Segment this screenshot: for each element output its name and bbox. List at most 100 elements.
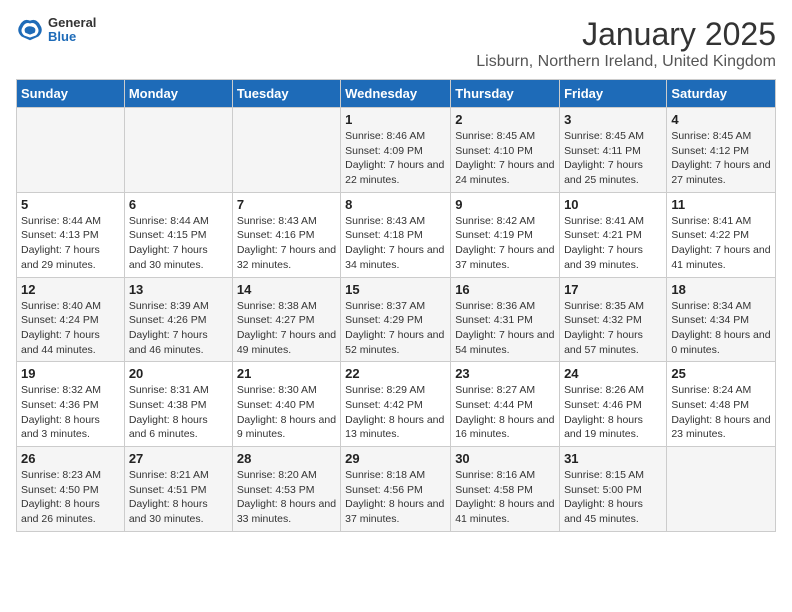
day-detail: Sunrise: 8:23 AMSunset: 4:50 PMDaylight:…: [21, 468, 120, 527]
day-detail: Sunrise: 8:43 AMSunset: 4:16 PMDaylight:…: [237, 214, 336, 273]
day-detail: Sunrise: 8:18 AMSunset: 4:56 PMDaylight:…: [345, 468, 446, 527]
logo-general: General: [48, 16, 96, 30]
weekday-header-wednesday: Wednesday: [341, 80, 451, 108]
day-detail: Sunrise: 8:44 AMSunset: 4:15 PMDaylight:…: [129, 214, 228, 273]
calendar-cell: [17, 108, 125, 193]
day-detail: Sunrise: 8:31 AMSunset: 4:38 PMDaylight:…: [129, 383, 228, 442]
logo-icon: [16, 16, 44, 44]
day-detail: Sunrise: 8:26 AMSunset: 4:46 PMDaylight:…: [564, 383, 662, 442]
day-number: 13: [129, 282, 228, 297]
calendar-cell: 28 Sunrise: 8:20 AMSunset: 4:53 PMDayligh…: [232, 447, 340, 532]
logo-text: General Blue: [48, 16, 96, 45]
day-number: 27: [129, 451, 228, 466]
day-detail: Sunrise: 8:32 AMSunset: 4:36 PMDaylight:…: [21, 383, 120, 442]
calendar-title: January 2025: [476, 16, 776, 53]
weekday-header-tuesday: Tuesday: [232, 80, 340, 108]
day-number: 28: [237, 451, 336, 466]
calendar-cell: 16 Sunrise: 8:36 AMSunset: 4:31 PMDayligh…: [451, 277, 560, 362]
calendar-cell: 1Sunrise: 8:46 AMSunset: 4:09 PMDaylight…: [341, 108, 451, 193]
day-number: 12: [21, 282, 120, 297]
day-detail: Sunrise: 8:15 AMSunset: 5:00 PMDaylight:…: [564, 468, 662, 527]
day-detail: Sunrise: 8:45 AMSunset: 4:11 PMDaylight:…: [564, 129, 662, 188]
title-area: January 2025 Lisburn, Northern Ireland, …: [476, 16, 776, 71]
calendar-cell: 18Sunrise: 8:34 AMSunset: 4:34 PMDayligh…: [667, 277, 776, 362]
calendar-subtitle: Lisburn, Northern Ireland, United Kingdo…: [476, 53, 776, 71]
day-number: 4: [671, 112, 771, 127]
calendar-week-row: 19 Sunrise: 8:32 AMSunset: 4:36 PMDayligh…: [17, 362, 776, 447]
calendar-cell: 8Sunrise: 8:43 AMSunset: 4:18 PMDaylight…: [341, 192, 451, 277]
calendar-cell: 26 Sunrise: 8:23 AMSunset: 4:50 PMDayligh…: [17, 447, 125, 532]
day-detail: Sunrise: 8:42 AMSunset: 4:19 PMDaylight:…: [455, 214, 555, 273]
day-detail: Sunrise: 8:41 AMSunset: 4:22 PMDaylight:…: [671, 214, 771, 273]
calendar-cell: 3 Sunrise: 8:45 AMSunset: 4:11 PMDaylight…: [560, 108, 667, 193]
day-detail: Sunrise: 8:34 AMSunset: 4:34 PMDaylight:…: [671, 299, 771, 358]
calendar-cell: 27 Sunrise: 8:21 AMSunset: 4:51 PMDayligh…: [124, 447, 232, 532]
day-number: 19: [21, 366, 120, 381]
weekday-header-saturday: Saturday: [667, 80, 776, 108]
calendar-cell: 6Sunrise: 8:44 AMSunset: 4:15 PMDaylight…: [124, 192, 232, 277]
calendar-cell: 22 Sunrise: 8:29 AMSunset: 4:42 PMDayligh…: [341, 362, 451, 447]
calendar-week-row: 1Sunrise: 8:46 AMSunset: 4:09 PMDaylight…: [17, 108, 776, 193]
calendar-cell: [232, 108, 340, 193]
calendar-cell: 25Sunrise: 8:24 AMSunset: 4:48 PMDayligh…: [667, 362, 776, 447]
calendar-cell: 31 Sunrise: 8:15 AMSunset: 5:00 PMDayligh…: [560, 447, 667, 532]
calendar-cell: 10 Sunrise: 8:41 AMSunset: 4:21 PMDayligh…: [560, 192, 667, 277]
calendar-cell: 19 Sunrise: 8:32 AMSunset: 4:36 PMDayligh…: [17, 362, 125, 447]
logo-blue: Blue: [48, 30, 96, 44]
header: General Blue January 2025 Lisburn, North…: [16, 16, 776, 71]
day-number: 15: [345, 282, 446, 297]
day-detail: Sunrise: 8:39 AMSunset: 4:26 PMDaylight:…: [129, 299, 228, 358]
calendar-cell: 20 Sunrise: 8:31 AMSunset: 4:38 PMDayligh…: [124, 362, 232, 447]
day-number: 2: [455, 112, 555, 127]
calendar-cell: 24 Sunrise: 8:26 AMSunset: 4:46 PMDayligh…: [560, 362, 667, 447]
calendar-cell: 21 Sunrise: 8:30 AMSunset: 4:40 PMDayligh…: [232, 362, 340, 447]
day-number: 20: [129, 366, 228, 381]
day-detail: Sunrise: 8:21 AMSunset: 4:51 PMDaylight:…: [129, 468, 228, 527]
day-detail: Sunrise: 8:41 AMSunset: 4:21 PMDaylight:…: [564, 214, 662, 273]
day-detail: Sunrise: 8:37 AMSunset: 4:29 PMDaylight:…: [345, 299, 446, 358]
day-detail: Sunrise: 8:36 AMSunset: 4:31 PMDaylight:…: [455, 299, 555, 358]
calendar-cell: 15 Sunrise: 8:37 AMSunset: 4:29 PMDayligh…: [341, 277, 451, 362]
day-number: 8: [345, 197, 446, 212]
calendar-week-row: 12Sunrise: 8:40 AMSunset: 4:24 PMDayligh…: [17, 277, 776, 362]
day-detail: Sunrise: 8:30 AMSunset: 4:40 PMDaylight:…: [237, 383, 336, 442]
day-number: 31: [564, 451, 662, 466]
calendar-cell: [124, 108, 232, 193]
day-number: 26: [21, 451, 120, 466]
calendar-table: SundayMondayTuesdayWednesdayThursdayFrid…: [16, 79, 776, 532]
day-number: 29: [345, 451, 446, 466]
day-detail: Sunrise: 8:46 AMSunset: 4:09 PMDaylight:…: [345, 129, 446, 188]
day-number: 17: [564, 282, 662, 297]
day-number: 21: [237, 366, 336, 381]
calendar-cell: 23Sunrise: 8:27 AMSunset: 4:44 PMDayligh…: [451, 362, 560, 447]
calendar-cell: 4 Sunrise: 8:45 AMSunset: 4:12 PMDaylight…: [667, 108, 776, 193]
day-number: 5: [21, 197, 120, 212]
logo: General Blue: [16, 16, 96, 45]
weekday-header-sunday: Sunday: [17, 80, 125, 108]
day-detail: Sunrise: 8:29 AMSunset: 4:42 PMDaylight:…: [345, 383, 446, 442]
day-number: 14: [237, 282, 336, 297]
weekday-header-monday: Monday: [124, 80, 232, 108]
day-detail: Sunrise: 8:44 AMSunset: 4:13 PMDaylight:…: [21, 214, 120, 273]
day-number: 3: [564, 112, 662, 127]
calendar-cell: 2Sunrise: 8:45 AMSunset: 4:10 PMDaylight…: [451, 108, 560, 193]
calendar-cell: 12Sunrise: 8:40 AMSunset: 4:24 PMDayligh…: [17, 277, 125, 362]
day-number: 24: [564, 366, 662, 381]
day-detail: Sunrise: 8:35 AMSunset: 4:32 PMDaylight:…: [564, 299, 662, 358]
day-number: 7: [237, 197, 336, 212]
day-detail: Sunrise: 8:16 AMSunset: 4:58 PMDaylight:…: [455, 468, 555, 527]
day-number: 10: [564, 197, 662, 212]
weekday-header-thursday: Thursday: [451, 80, 560, 108]
weekday-header-friday: Friday: [560, 80, 667, 108]
calendar-cell: 29 Sunrise: 8:18 AMSunset: 4:56 PMDayligh…: [341, 447, 451, 532]
day-number: 16: [455, 282, 555, 297]
day-number: 9: [455, 197, 555, 212]
day-detail: Sunrise: 8:27 AMSunset: 4:44 PMDaylight:…: [455, 383, 555, 442]
calendar-cell: 14Sunrise: 8:38 AMSunset: 4:27 PMDayligh…: [232, 277, 340, 362]
day-number: 22: [345, 366, 446, 381]
calendar-cell: 13 Sunrise: 8:39 AMSunset: 4:26 PMDayligh…: [124, 277, 232, 362]
calendar-cell: 7 Sunrise: 8:43 AMSunset: 4:16 PMDaylight…: [232, 192, 340, 277]
day-detail: Sunrise: 8:45 AMSunset: 4:12 PMDaylight:…: [671, 129, 771, 188]
calendar-cell: 9 Sunrise: 8:42 AMSunset: 4:19 PMDaylight…: [451, 192, 560, 277]
day-detail: Sunrise: 8:20 AMSunset: 4:53 PMDaylight:…: [237, 468, 336, 527]
